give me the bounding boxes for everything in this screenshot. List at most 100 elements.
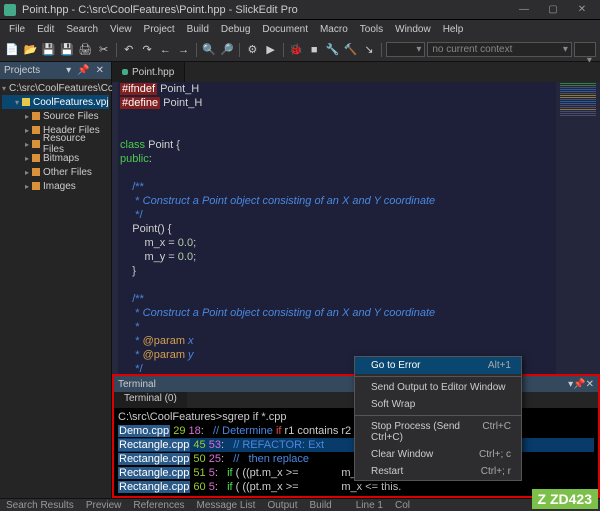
editor-tabs: Point.hpp: [112, 62, 600, 82]
saveall-icon[interactable]: 💾: [59, 41, 75, 58]
project-icon: [22, 98, 30, 106]
run-icon[interactable]: ▶: [263, 41, 279, 58]
bottom-tab[interactable]: References: [127, 500, 190, 511]
folder-icon: [32, 182, 40, 190]
menu-help[interactable]: Help: [438, 22, 469, 37]
projects-header: Projects ▾ 📌 ✕: [0, 62, 111, 79]
menu-search[interactable]: Search: [61, 22, 103, 37]
config-combo[interactable]: [386, 42, 425, 57]
minimap[interactable]: [556, 82, 600, 374]
context-menu-label: Clear Window: [371, 449, 433, 460]
new-icon[interactable]: 📄: [4, 41, 20, 58]
wrench-icon[interactable]: 🔨: [343, 41, 359, 58]
tools-icon[interactable]: 🔧: [324, 41, 340, 58]
context-menu-sep: [355, 376, 521, 377]
menu-edit[interactable]: Edit: [32, 22, 59, 37]
print-icon[interactable]: 🖨: [77, 41, 93, 58]
code-content: #ifndef Point_H #define Point_H class Po…: [120, 82, 600, 374]
back-icon[interactable]: ←: [157, 41, 173, 58]
context-menu-shortcut: Ctrl+; c: [479, 449, 511, 460]
projects-title: Projects: [4, 65, 40, 76]
tree-vpj-label: CoolFeatures.vpj: [33, 97, 109, 108]
menu-view[interactable]: View: [105, 22, 137, 37]
context-combo2[interactable]: [574, 42, 596, 57]
context-menu-item[interactable]: Soft Wrap: [355, 396, 521, 413]
tree-folder-label: Images: [43, 181, 76, 192]
context-combo[interactable]: no current context: [427, 42, 572, 57]
watermark: Z ZD423: [532, 489, 598, 509]
editor-tab[interactable]: Point.hpp: [112, 62, 185, 82]
bottom-tab[interactable]: Preview: [80, 500, 128, 511]
context-menu-label: Send Output to Editor Window: [371, 382, 506, 393]
panel-pin-icon[interactable]: 📌: [74, 65, 92, 76]
bottom-tab[interactable]: Message List: [191, 500, 262, 511]
context-menu: Go to ErrorAlt+1 Send Output to Editor Wi…: [354, 356, 522, 481]
cut-icon[interactable]: ✂: [95, 41, 111, 58]
context-menu-item[interactable]: Stop Process (Send Ctrl+C)Ctrl+C: [355, 418, 521, 446]
context-menu-label: Go to Error: [371, 360, 420, 371]
window-buttons: — ▢ ✕: [510, 2, 596, 18]
close-button[interactable]: ✕: [568, 2, 596, 18]
toolbar-sep: [116, 43, 117, 57]
tree-folder[interactable]: ▸Other Files: [2, 165, 109, 179]
tree-folder[interactable]: ▸Source Files: [2, 109, 109, 123]
findnext-icon[interactable]: 🔎: [219, 41, 235, 58]
tree-folder-label: Bitmaps: [43, 153, 79, 164]
panel-close-icon[interactable]: ✕: [93, 65, 107, 76]
bottom-tabs: Search ResultsPreviewReferencesMessage L…: [0, 498, 600, 511]
undo-icon[interactable]: ↶: [121, 41, 137, 58]
minimize-button[interactable]: —: [510, 2, 538, 18]
save-icon[interactable]: 💾: [41, 41, 57, 58]
folder-icon: [32, 140, 40, 148]
tree-root[interactable]: ▾C:\src\CoolFeatures\CoolFeatu: [2, 81, 109, 95]
stop-icon[interactable]: ■: [306, 41, 322, 58]
debug-icon[interactable]: 🐞: [288, 41, 304, 58]
terminal-title: Terminal: [118, 379, 156, 390]
menu-window[interactable]: Window: [390, 22, 436, 37]
folder-icon: [32, 126, 40, 134]
toolbar-sep: [381, 43, 382, 57]
menu-project[interactable]: Project: [139, 22, 180, 37]
project-tree[interactable]: ▾C:\src\CoolFeatures\CoolFeatu ▾CoolFeat…: [0, 79, 111, 195]
context-menu-label: Restart: [371, 466, 403, 477]
bottom-tab[interactable]: Search Results: [0, 500, 80, 511]
context-menu-item[interactable]: Restart Ctrl+; r: [355, 463, 521, 480]
bottom-tab[interactable]: Build: [303, 500, 337, 511]
bottom-tab[interactable]: Output: [261, 500, 303, 511]
editor-tab-label: Point.hpp: [132, 67, 174, 78]
panel-menu-icon[interactable]: ▾: [63, 65, 74, 76]
redo-icon[interactable]: ↷: [139, 41, 155, 58]
folder-icon: [32, 112, 40, 120]
tree-vpj[interactable]: ▾CoolFeatures.vpj: [2, 95, 109, 109]
menu-macro[interactable]: Macro: [315, 22, 353, 37]
build-icon[interactable]: ⚙: [244, 41, 260, 58]
context-menu-shortcut: Ctrl+; r: [481, 466, 511, 477]
menu-tools[interactable]: Tools: [355, 22, 388, 37]
context-menu-item[interactable]: Send Output to Editor Window: [355, 379, 521, 396]
tree-folder[interactable]: ▸Resource Files: [2, 137, 109, 151]
find-icon[interactable]: 🔍: [201, 41, 217, 58]
menu-build[interactable]: Build: [182, 22, 214, 37]
context-menu-item[interactable]: Clear Window Ctrl+; c: [355, 446, 521, 463]
context-menu-label: Soft Wrap: [371, 399, 415, 410]
terminal-close-icon[interactable]: ✕: [586, 379, 594, 390]
fwd-icon[interactable]: →: [175, 41, 191, 58]
terminal-pin-icon[interactable]: 📌: [573, 379, 585, 390]
context-menu-label: Stop Process (Send Ctrl+C): [371, 421, 482, 443]
step-icon[interactable]: ↘: [361, 41, 377, 58]
menu-document[interactable]: Document: [257, 22, 313, 37]
tree-folder[interactable]: ▸Images: [2, 179, 109, 193]
menu-file[interactable]: File: [4, 22, 30, 37]
tree-folder-label: Source Files: [43, 111, 99, 122]
toolbar-sep: [239, 43, 240, 57]
tree-folder-label: Other Files: [43, 167, 92, 178]
context-menu-item[interactable]: Go to ErrorAlt+1: [355, 357, 521, 374]
menubar: FileEditSearchViewProjectBuildDebugDocum…: [0, 20, 600, 38]
maximize-button[interactable]: ▢: [539, 2, 567, 18]
menu-debug[interactable]: Debug: [216, 22, 255, 37]
code-editor[interactable]: #ifndef Point_H #define Point_H class Po…: [112, 82, 600, 374]
terminal-tab[interactable]: Terminal (0): [114, 392, 187, 408]
open-icon[interactable]: 📂: [22, 41, 38, 58]
titlebar: Point.hpp - C:\src\CoolFeatures\Point.hp…: [0, 0, 600, 20]
projects-panel: Projects ▾ 📌 ✕ ▾C:\src\CoolFeatures\Cool…: [0, 62, 112, 498]
